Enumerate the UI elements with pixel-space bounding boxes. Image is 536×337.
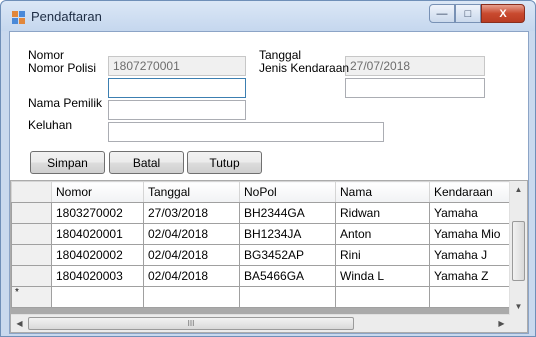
cell-nomor[interactable]: 1804020003: [51, 265, 144, 287]
form-app-icon: [12, 11, 25, 24]
cell-nama[interactable]: Rini: [335, 244, 430, 266]
nomor-polisi-field[interactable]: [108, 78, 246, 98]
batal-button-label: Batal: [132, 155, 161, 170]
row-header-corner: [11, 181, 52, 203]
nama-pemilik-label: Nama Pemilik: [28, 96, 103, 110]
nomor-label: Nomor: [28, 48, 65, 62]
maximize-button[interactable]: □: [455, 4, 481, 23]
column-header-nopol[interactable]: NoPol: [239, 181, 336, 203]
cell-nopol[interactable]: BA5466GA: [239, 265, 336, 287]
tutup-button[interactable]: Tutup: [187, 151, 262, 174]
keluhan-field[interactable]: [108, 122, 384, 142]
title-bar[interactable]: Pendaftaran — □ X: [1, 1, 535, 31]
cell-nomor[interactable]: 1804020001: [51, 223, 144, 245]
minimize-icon: —: [436, 7, 448, 20]
new-cell[interactable]: [335, 286, 430, 308]
column-header-kendaraan[interactable]: Kendaraan: [429, 181, 510, 203]
new-cell[interactable]: [51, 286, 144, 308]
cell-nomor[interactable]: 1803270002: [51, 202, 144, 224]
close-button[interactable]: X: [481, 4, 525, 23]
cell-nopol[interactable]: BH2344GA: [239, 202, 336, 224]
scroll-down-icon[interactable]: ▼: [510, 298, 527, 315]
cell-kendaraan[interactable]: Yamaha Z: [429, 265, 510, 287]
nomor-polisi-label: Nomor Polisi: [28, 61, 97, 75]
cell-nama[interactable]: Anton: [335, 223, 430, 245]
grid-viewport: Nomor Tanggal NoPol Nama Kendaraan 18032…: [11, 181, 527, 332]
scroll-right-icon[interactable]: ▶: [493, 315, 510, 332]
new-cell[interactable]: [239, 286, 336, 308]
form-client-area: Nomor 1807270001 Nomor Polisi Nama Pemil…: [9, 31, 529, 334]
jenis-kendaraan-label: Jenis Kendaraan: [259, 61, 350, 75]
table-row[interactable]: 1804020003 02/04/2018 BA5466GA Winda L Y…: [11, 265, 510, 287]
cell-tanggal[interactable]: 02/04/2018: [143, 265, 240, 287]
row-header[interactable]: [11, 202, 52, 224]
table-row[interactable]: 1804020002 02/04/2018 BG3452AP Rini Yama…: [11, 244, 510, 266]
row-header[interactable]: [11, 244, 52, 266]
cell-kendaraan[interactable]: Yamaha J: [429, 244, 510, 266]
cell-kendaraan[interactable]: Yamaha: [429, 202, 510, 224]
nama-pemilik-field[interactable]: [108, 100, 246, 120]
batal-button[interactable]: Batal: [109, 151, 184, 174]
new-row[interactable]: *: [11, 286, 510, 308]
tanggal-label: Tanggal: [259, 48, 302, 62]
new-row-marker: *: [11, 286, 52, 308]
vertical-scroll-thumb[interactable]: [512, 221, 525, 281]
table-row[interactable]: 1803270002 27/03/2018 BH2344GA Ridwan Ya…: [11, 202, 510, 224]
horizontal-scroll-thumb[interactable]: III: [28, 317, 354, 330]
cell-nopol[interactable]: BG3452AP: [239, 244, 336, 266]
cell-nama[interactable]: Ridwan: [335, 202, 430, 224]
window-title: Pendaftaran: [31, 9, 102, 24]
cell-tanggal[interactable]: 02/04/2018: [143, 244, 240, 266]
row-header[interactable]: [11, 223, 52, 245]
cell-kendaraan[interactable]: Yamaha Mio: [429, 223, 510, 245]
horizontal-scrollbar[interactable]: ◀ III ▶: [11, 314, 510, 332]
cell-nomor[interactable]: 1804020002: [51, 244, 144, 266]
grid-header-row: Nomor Tanggal NoPol Nama Kendaraan: [11, 181, 510, 203]
jenis-kendaraan-field[interactable]: [345, 78, 485, 98]
pendaftaran-window: Pendaftaran — □ X Nomor 1807270001 Nomor…: [0, 0, 536, 337]
new-cell[interactable]: [429, 286, 510, 308]
keluhan-label: Keluhan: [28, 118, 73, 132]
column-header-tanggal[interactable]: Tanggal: [143, 181, 240, 203]
cell-tanggal[interactable]: 27/03/2018: [143, 202, 240, 224]
cell-tanggal[interactable]: 02/04/2018: [143, 223, 240, 245]
tanggal-field[interactable]: 27/07/2018: [345, 56, 485, 76]
close-icon: X: [499, 7, 507, 20]
tutup-button-label: Tutup: [209, 155, 240, 170]
window-controls: — □ X: [429, 4, 525, 24]
grid-table: Nomor Tanggal NoPol Nama Kendaraan 18032…: [11, 181, 510, 308]
nomor-field[interactable]: 1807270001: [108, 56, 246, 76]
scroll-up-icon[interactable]: ▲: [510, 181, 527, 198]
cell-nama[interactable]: Winda L: [335, 265, 430, 287]
table-row[interactable]: 1804020001 02/04/2018 BH1234JA Anton Yam…: [11, 223, 510, 245]
scroll-left-icon[interactable]: ◀: [11, 315, 28, 332]
new-cell[interactable]: [143, 286, 240, 308]
vertical-scrollbar[interactable]: ▲ ▼: [509, 181, 527, 315]
column-header-nama[interactable]: Nama: [335, 181, 430, 203]
simpan-button[interactable]: Simpan: [30, 151, 105, 174]
pendaftaran-data-grid[interactable]: Nomor Tanggal NoPol Nama Kendaraan 18032…: [10, 180, 528, 333]
scrollbar-corner: [510, 315, 527, 332]
simpan-button-label: Simpan: [47, 155, 88, 170]
minimize-button[interactable]: —: [429, 4, 455, 23]
row-header[interactable]: [11, 265, 52, 287]
column-header-nomor[interactable]: Nomor: [51, 181, 144, 203]
maximize-icon: □: [464, 7, 472, 20]
cell-nopol[interactable]: BH1234JA: [239, 223, 336, 245]
